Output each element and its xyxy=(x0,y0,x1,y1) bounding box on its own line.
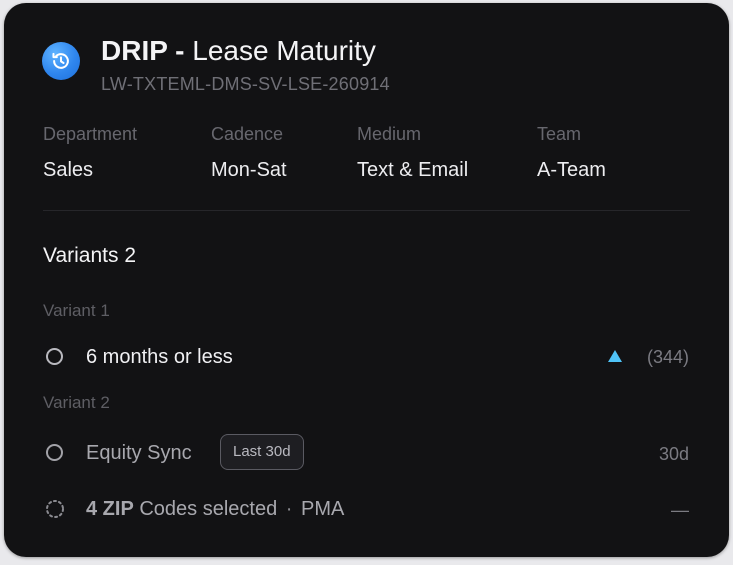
campaign-code: LW-TXTEML-DMS-SV-LSE-260914 xyxy=(101,74,390,94)
variant-1-count: (344) xyxy=(646,347,689,367)
variant-1-label: Variant 1 xyxy=(43,301,110,320)
title-brand: DRIP - xyxy=(101,35,185,66)
department-label: Department xyxy=(43,124,138,144)
title-text: Lease Maturity xyxy=(192,35,376,66)
department-value: Sales xyxy=(43,159,94,181)
dotted-circle-icon xyxy=(46,500,64,518)
variants-heading: Variants 2 xyxy=(43,244,136,267)
variant-2-label: Variant 2 xyxy=(43,393,110,412)
cadence-value: Mon-Sat xyxy=(211,159,287,181)
variant-1-radio[interactable] xyxy=(46,348,63,365)
page-title: DRIP - Lease Maturity xyxy=(101,34,376,68)
history-clock-icon xyxy=(42,42,80,80)
time-range-badge[interactable]: Last 30d xyxy=(220,434,304,470)
variant-2-option[interactable]: Equity Sync xyxy=(86,441,192,465)
divider xyxy=(43,210,690,211)
medium-value: Text & Email xyxy=(357,159,469,181)
cadence-label: Cadence xyxy=(211,124,284,144)
team-label: Team xyxy=(537,124,582,144)
medium-label: Medium xyxy=(357,124,422,144)
zip-extra: PMA xyxy=(301,498,345,520)
triangle-up-icon xyxy=(608,350,622,362)
zip-count: 4 ZIP xyxy=(86,498,134,520)
team-value: A-Team xyxy=(537,159,606,181)
campaign-card: DRIP - Lease Maturity LW-TXTEML-DMS-SV-L… xyxy=(4,3,729,557)
variant-2-radio[interactable] xyxy=(46,444,63,461)
zip-text: Codes selected xyxy=(139,498,278,520)
variant-2-duration: 30d xyxy=(658,444,689,464)
separator-dot: · xyxy=(285,498,293,520)
empty-value-dash: — xyxy=(671,500,689,520)
variant-1-option[interactable]: 6 months or less xyxy=(86,345,233,369)
zip-codes-summary[interactable]: 4 ZIP Codes selected · PMA xyxy=(86,497,344,521)
